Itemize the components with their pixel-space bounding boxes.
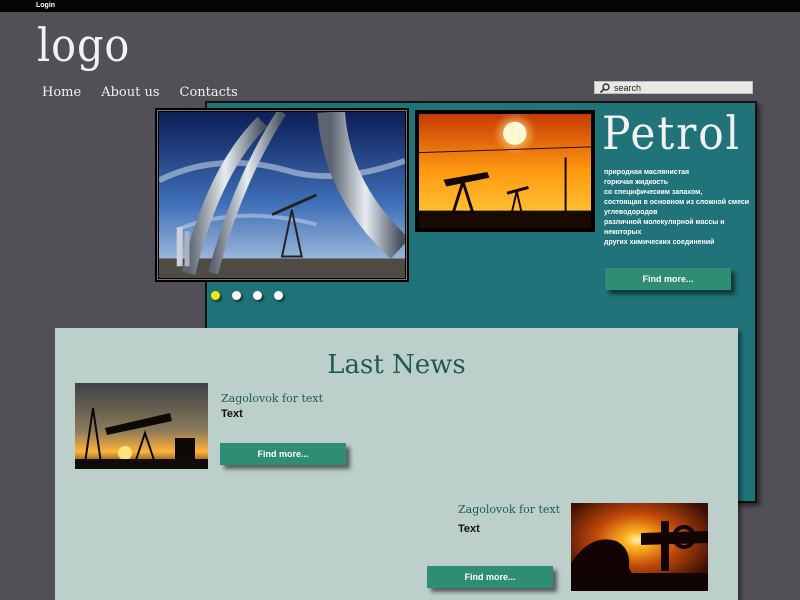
news-item-1-find-more-button[interactable]: Find more...	[220, 443, 346, 465]
news-item-2-text: Text	[458, 523, 480, 535]
main-nav: Home About us Contacts	[42, 85, 238, 100]
slider-dot-2[interactable]	[232, 291, 241, 300]
news-item-1-thumbnail[interactable]	[75, 383, 208, 469]
search-box	[594, 81, 753, 94]
hero-description-line: со специфическим запахом,	[604, 189, 703, 196]
hero-description-line: углеводородов	[604, 209, 658, 216]
nav-item-about-us[interactable]: About us	[101, 85, 159, 100]
news-item-2-heading[interactable]: Zagolovok for text	[458, 503, 560, 516]
sunset-pumpjack-image	[419, 114, 591, 228]
hero-side-photo	[415, 110, 595, 232]
slider-dots	[211, 291, 283, 300]
magnifier-icon	[599, 82, 610, 93]
hero-main-photo	[155, 108, 409, 282]
news-item-2-find-more-button[interactable]: Find more...	[427, 566, 553, 588]
nav-item-contacts[interactable]: Contacts	[180, 85, 238, 100]
slider-dot-1[interactable]	[211, 291, 220, 300]
hero-description-line: горючая жидкость	[604, 179, 669, 186]
hero-find-more-button[interactable]: Find more...	[605, 268, 731, 290]
slider-dot-4[interactable]	[274, 291, 283, 300]
news-item-1-text: Text	[221, 408, 243, 420]
news-section-title: Last News	[327, 350, 466, 380]
hero-description: природная маслянистая горючая жидкость с…	[604, 168, 754, 248]
hero-description-line: различной молекулярной массы и	[604, 219, 725, 226]
hero-description-line: природная маслянистая	[604, 169, 690, 176]
nav-item-home[interactable]: Home	[42, 85, 81, 100]
top-bar: Login	[0, 0, 800, 12]
hero-description-line: других химических соединений	[604, 239, 715, 246]
worker-silhouette-image	[571, 503, 708, 591]
login-link[interactable]: Login	[36, 2, 55, 9]
site-logo[interactable]: logo	[37, 22, 130, 68]
hero-description-line: состоящая в основном из сложной смеси	[604, 199, 750, 206]
hero-description-line: некоторых	[604, 229, 642, 236]
slider-dot-3[interactable]	[253, 291, 262, 300]
news-item-1-heading[interactable]: Zagolovok for text	[221, 392, 323, 405]
hero-title: Petrol	[602, 106, 741, 160]
oil-rig-sunset-image	[75, 383, 208, 469]
pipeline-oil-rig-image	[159, 112, 405, 278]
search-input[interactable]	[614, 82, 752, 93]
news-item-2-thumbnail[interactable]	[571, 503, 708, 591]
